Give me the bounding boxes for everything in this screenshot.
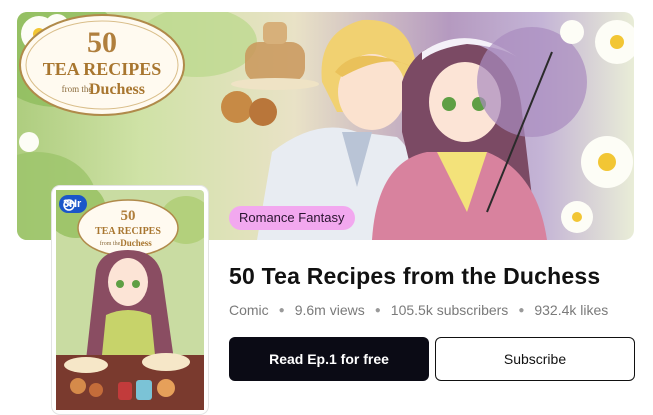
series-type[interactable]: Comic: [229, 302, 269, 318]
series-logo: 50 TEA RECIPES from the Duchess: [19, 14, 185, 116]
svg-text:Duchess: Duchess: [120, 238, 152, 248]
series-cover[interactable]: 50 TEA RECIPES from the Duchess 3Hr: [52, 186, 208, 414]
clock-icon: [63, 199, 75, 211]
svg-text:50: 50: [121, 208, 136, 224]
separator-dot: ●: [374, 304, 381, 316]
wait-time-badge: 3Hr: [59, 195, 88, 213]
subscribe-button[interactable]: Subscribe: [435, 337, 635, 381]
views-count: 9.6m views: [294, 302, 365, 318]
svg-text:50: 50: [87, 26, 117, 59]
likes-count: 932.4k likes: [534, 302, 609, 318]
svg-text:from the: from the: [62, 84, 93, 94]
cover-artwork: 50 TEA RECIPES from the Duchess: [56, 190, 204, 410]
series-title: 50 Tea Recipes from the Duchess: [229, 263, 601, 289]
series-stats: Comic ● 9.6m views ● 105.5k subscribers …: [229, 302, 608, 318]
svg-text:TEA RECIPES: TEA RECIPES: [95, 226, 161, 237]
separator-dot: ●: [518, 304, 525, 316]
read-first-episode-button[interactable]: Read Ep.1 for free: [229, 337, 429, 381]
svg-text:TEA RECIPES: TEA RECIPES: [43, 59, 162, 79]
svg-text:Duchess: Duchess: [89, 81, 145, 98]
subscribers-count: 105.5k subscribers: [390, 302, 509, 318]
genre-tag[interactable]: Romance Fantasy: [229, 206, 355, 230]
svg-text:from the: from the: [100, 240, 121, 247]
separator-dot: ●: [278, 304, 285, 316]
